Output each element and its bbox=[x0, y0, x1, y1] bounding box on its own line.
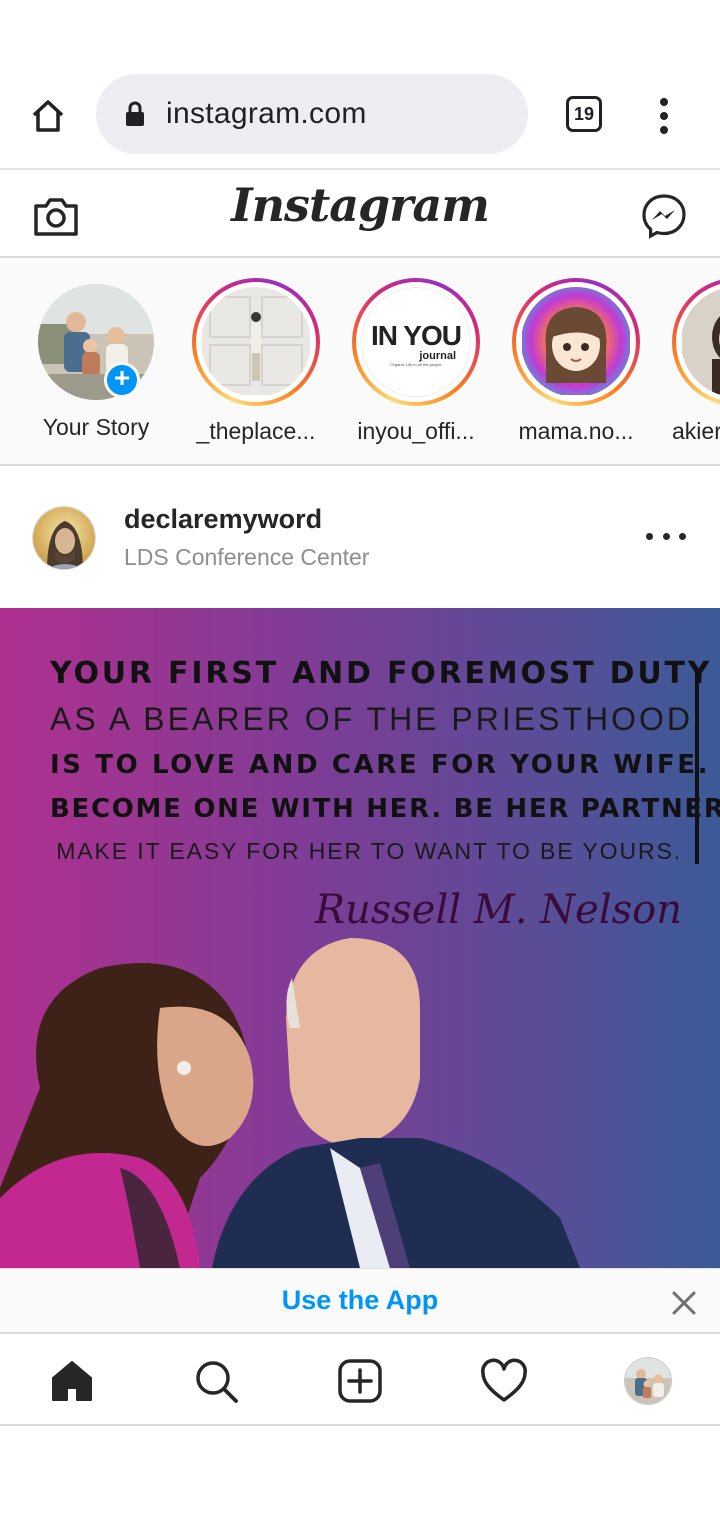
story-theplace[interactable]: _theplace... bbox=[186, 278, 326, 445]
story-ring bbox=[512, 278, 640, 406]
story-ring bbox=[192, 278, 320, 406]
search-icon[interactable] bbox=[191, 1356, 241, 1406]
post-username[interactable]: declaremyword bbox=[124, 504, 322, 535]
more-options-icon[interactable] bbox=[646, 526, 686, 546]
post-header: declaremyword LDS Conference Center bbox=[0, 468, 720, 608]
post-avatar[interactable] bbox=[32, 506, 96, 570]
url-text: instagram.com bbox=[166, 97, 367, 130]
home-icon[interactable] bbox=[26, 94, 70, 138]
bottom-nav bbox=[0, 1336, 720, 1426]
use-app-banner: Use the App bbox=[0, 1268, 720, 1334]
quote-divider bbox=[695, 672, 699, 864]
story-label: _theplace... bbox=[196, 418, 316, 444]
avatar bbox=[624, 1357, 672, 1405]
story-your-story[interactable]: + Your Story bbox=[26, 278, 166, 441]
heart-icon[interactable] bbox=[479, 1356, 529, 1406]
new-post-icon[interactable] bbox=[335, 1356, 385, 1406]
story-inyou[interactable]: IN YOU journal Organic Life to all the p… bbox=[346, 278, 486, 445]
address-bar[interactable]: instagram.com bbox=[96, 74, 528, 154]
quote-line: Become one with her. Be her partner. bbox=[50, 794, 720, 824]
status-bar-area bbox=[0, 0, 720, 60]
quote-block: Your first and foremost duty as a bearer… bbox=[50, 656, 720, 933]
profile-avatar[interactable] bbox=[623, 1356, 673, 1406]
story-avatar bbox=[681, 287, 720, 397]
inyou-logo-tagline: Organic Life to all the people bbox=[390, 362, 442, 367]
close-icon[interactable] bbox=[670, 1289, 698, 1317]
quote-line: as a bearer of the priesthood bbox=[50, 701, 693, 737]
more-vert-icon[interactable] bbox=[650, 94, 678, 138]
story-akier[interactable]: akier bbox=[666, 278, 720, 445]
couple-photo bbox=[0, 938, 580, 1268]
story-mama[interactable]: mama.no... bbox=[506, 278, 646, 445]
story-ring bbox=[672, 278, 720, 406]
story-avatar bbox=[521, 287, 631, 397]
story-label: inyou_offi... bbox=[357, 418, 475, 444]
story-avatar: IN YOU journal Organic Life to all the p… bbox=[361, 287, 471, 397]
quote-signature: Russell M. Nelson bbox=[314, 887, 682, 933]
post-image[interactable]: Your first and foremost duty as a bearer… bbox=[0, 608, 720, 1268]
use-app-link[interactable]: Use the App bbox=[0, 1285, 720, 1316]
story-label: akier bbox=[672, 418, 720, 444]
post-location[interactable]: LDS Conference Center bbox=[124, 544, 369, 571]
quote-line: Your first and foremost duty bbox=[50, 656, 713, 691]
messenger-icon[interactable] bbox=[640, 192, 688, 240]
story-ring: IN YOU journal Organic Life to all the p… bbox=[352, 278, 480, 406]
quote-line: is to love and care for your wife. bbox=[50, 750, 711, 780]
stories-tray[interactable]: + Your Story _theplace... IN YOU journal… bbox=[0, 260, 720, 466]
inyou-logo-text: IN YOU bbox=[371, 320, 462, 351]
story-label: mama.no... bbox=[518, 418, 634, 444]
instagram-logo[interactable]: Instagram bbox=[0, 178, 720, 232]
lock-icon bbox=[124, 101, 146, 127]
tab-switcher-button[interactable]: 19 bbox=[566, 96, 602, 132]
instagram-header: Instagram bbox=[0, 172, 720, 258]
story-avatar bbox=[201, 287, 311, 397]
quote-line: Make it easy for her to want to be yours… bbox=[56, 838, 682, 864]
home-filled-icon[interactable] bbox=[47, 1356, 97, 1406]
add-story-button[interactable]: + bbox=[104, 362, 140, 398]
story-label: Your Story bbox=[42, 414, 150, 440]
inyou-logo-sub: journal bbox=[419, 350, 456, 362]
browser-toolbar: instagram.com 19 bbox=[0, 60, 720, 170]
